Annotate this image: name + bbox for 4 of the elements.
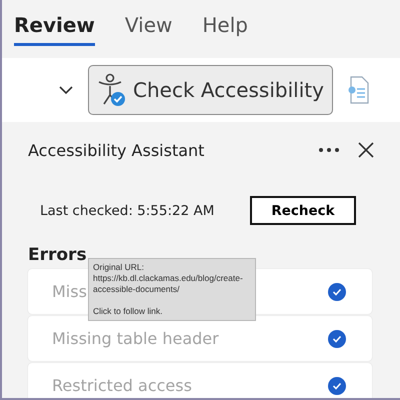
link-tooltip: Original URL: https://kb.dl.clackamas.edu/blog/create- accessible-documents/ Click to follow link. <box>88 258 256 321</box>
panel-title: Accessibility Assistant <box>28 140 206 160</box>
last-checked-text: Last checked: 5:55:22 AM <box>40 202 214 218</box>
section-heading: Errors <box>28 245 88 265</box>
